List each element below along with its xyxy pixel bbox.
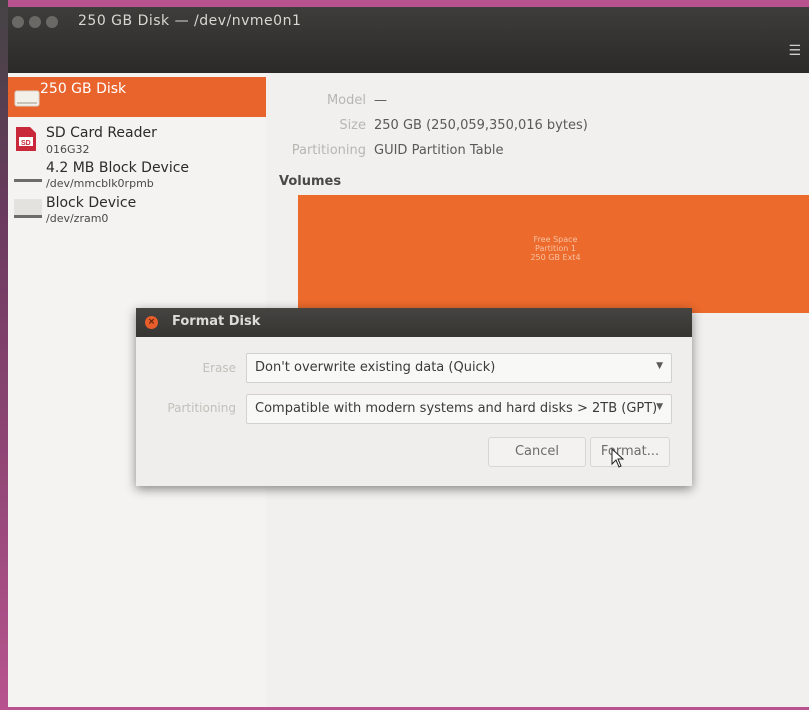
dialog-title-bar: × Format Disk bbox=[136, 308, 692, 337]
sidebar-item-sublabel: /dev/zram0 bbox=[46, 212, 109, 225]
model-label: Model bbox=[326, 93, 366, 108]
sidebar-item-4-2mb-block-device[interactable]: 4.2 MB Block Device /dev/mmcblk0rpmb bbox=[8, 158, 266, 192]
block-device-icon bbox=[14, 199, 42, 218]
volumes-heading: Volumes bbox=[279, 174, 342, 189]
format-disk-dialog: × Format Disk Erase Don't overwrite exis… bbox=[136, 308, 692, 486]
sidebar-item-label: Block Device bbox=[46, 195, 137, 211]
maximize-window-button[interactable] bbox=[46, 16, 58, 28]
hamburger-menu-icon[interactable]: ☰ bbox=[788, 43, 801, 59]
close-window-button[interactable] bbox=[12, 16, 24, 28]
sidebar-item-250gb-disk[interactable]: 250 GB Disk bbox=[8, 77, 266, 117]
sidebar-item-label: SD Card Reader bbox=[46, 125, 157, 141]
size-value: 250 GB (250,059,350,016 bytes) bbox=[374, 118, 588, 133]
erase-dropdown[interactable]: Don't overwrite existing data (Quick) ▼ bbox=[246, 353, 672, 383]
block-device-icon bbox=[14, 179, 42, 182]
sd-card-icon: SD bbox=[16, 127, 36, 151]
cancel-button[interactable]: Cancel bbox=[488, 437, 586, 467]
volume-label: Free Space Partition 1 250 GB Ext4 bbox=[298, 235, 809, 262]
volume-partition-1[interactable]: Free Space Partition 1 250 GB Ext4 bbox=[298, 195, 809, 313]
partitioning-value: GUID Partition Table bbox=[374, 143, 504, 158]
minimize-window-button[interactable] bbox=[29, 16, 41, 28]
volume-label-line: Partition 1 bbox=[535, 244, 576, 253]
hdd-icon bbox=[14, 90, 40, 107]
volume-label-line: Free Space bbox=[533, 235, 578, 244]
title-bar: 250 GB Disk — /dev/nvme0n1 ☰ bbox=[8, 7, 809, 73]
sidebar-item-label: 250 GB Disk bbox=[40, 81, 127, 97]
sidebar-item-label: 4.2 MB Block Device bbox=[46, 160, 190, 176]
partitioning-dropdown[interactable]: Compatible with modern systems and hard … bbox=[246, 394, 672, 424]
svg-text:SD: SD bbox=[21, 140, 31, 147]
window-title: 250 GB Disk — /dev/nvme0n1 bbox=[78, 13, 302, 29]
sidebar-item-sd-card-reader[interactable]: SD SD Card Reader 016G32 bbox=[8, 123, 266, 157]
format-button[interactable]: Format... bbox=[590, 437, 670, 467]
partitioning-label: Partitioning bbox=[291, 143, 366, 158]
chevron-down-icon: ▼ bbox=[656, 402, 663, 412]
sidebar-item-block-device[interactable]: Block Device /dev/zram0 bbox=[8, 193, 266, 227]
chevron-down-icon: ▼ bbox=[656, 361, 663, 371]
volume-label-line: 250 GB Ext4 bbox=[530, 253, 581, 262]
sidebar-item-sublabel: /dev/mmcblk0rpmb bbox=[46, 177, 154, 190]
size-label: Size bbox=[339, 118, 366, 133]
partitioning-label: Partitioning bbox=[167, 401, 236, 415]
erase-label: Erase bbox=[202, 361, 236, 375]
erase-selected-value: Don't overwrite existing data (Quick) bbox=[255, 360, 496, 375]
partitioning-selected-value: Compatible with modern systems and hard … bbox=[255, 401, 658, 416]
sidebar-item-sublabel: 016G32 bbox=[46, 143, 90, 156]
mouse-pointer-icon bbox=[611, 448, 625, 468]
desktop-background bbox=[0, 0, 8, 710]
model-value: — bbox=[374, 93, 387, 108]
dialog-title: Format Disk bbox=[172, 314, 261, 329]
dialog-close-button[interactable]: × bbox=[145, 316, 158, 329]
